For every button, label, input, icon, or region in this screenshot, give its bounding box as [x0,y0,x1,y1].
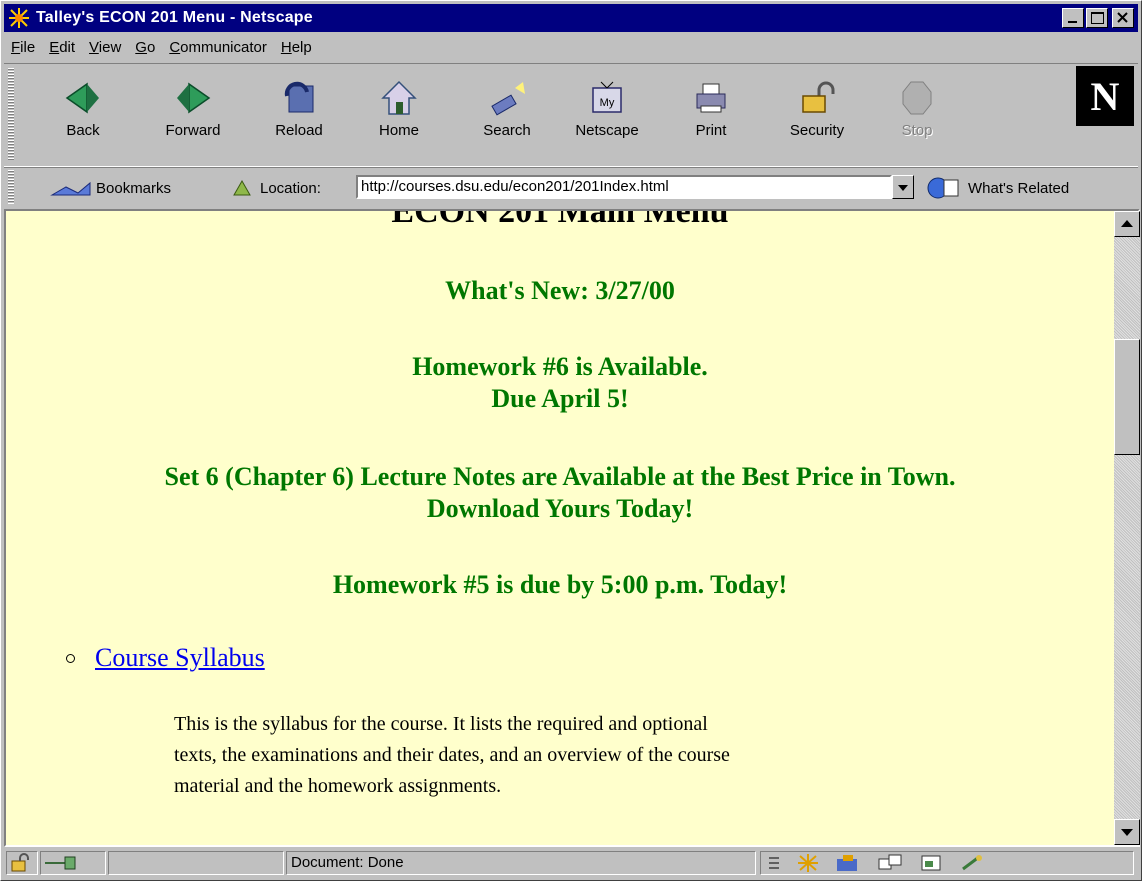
list-bullet [66,653,75,663]
location-url-field[interactable]: http://courses.dsu.edu/econ201/201Index.… [356,175,892,199]
navigator-icon[interactable] [795,853,821,873]
bookmarks-icon [50,181,91,196]
location-toolbar: Bookmarks Location: http://courses.dsu.e… [4,167,1138,208]
close-icon [1117,12,1128,23]
location-label[interactable]: Location: [230,177,321,199]
navigation-toolbar: Back Forward Reload Home Search My Netsc… [4,63,1138,167]
security-button[interactable]: Security [776,70,858,162]
page-content: ECON 201 Main Menu What's New: 3/27/00 H… [6,211,1114,845]
home-icon [381,80,417,115]
plug-icon [45,856,76,870]
maximize-button[interactable] [1086,8,1108,28]
connection-status [40,851,106,875]
progress-bar [108,851,284,875]
maximize-icon [1091,12,1104,24]
location-grip[interactable] [8,170,14,204]
syllabus-list-item: Course Syllabus [66,643,265,673]
homework6-announcement: Homework #6 is Available. Due April 5! [412,352,708,413]
browser-window: Talley's ECON 201 Menu - Netscape File E… [0,0,1142,881]
padlock-open-icon [802,81,835,113]
scrollbar-thumb[interactable] [1114,339,1140,455]
syllabus-description: This is the syllabus for the course. It … [174,713,730,797]
chevron-down-icon [898,185,908,191]
composer-icon[interactable] [919,853,945,873]
netscape-logo[interactable]: N [1076,66,1134,126]
back-arrow-icon [65,82,99,114]
padlock-open-icon [11,853,29,872]
location-dropdown-button[interactable] [892,175,914,199]
forward-arrow-icon [177,82,211,114]
printer-icon [696,83,726,113]
back-button[interactable]: Back [42,70,124,162]
status-text: Document: Done [286,851,756,875]
netscape-n-icon: N [1090,73,1120,119]
forward-button[interactable]: Forward [152,70,234,162]
search-flashlight-icon [491,82,525,116]
menu-bar: File Edit View Go Communicator Help [4,34,1138,60]
discussions-icon[interactable] [877,853,905,873]
mail-icon[interactable] [835,853,863,873]
minimize-button[interactable] [1062,8,1084,28]
homework5-announcement: Homework #5 is due by 5:00 p.m. Today! [332,570,788,599]
menu-communicator[interactable]: Communicator [162,39,274,56]
vertical-scrollbar[interactable] [1114,211,1140,845]
status-bar: Document: Done [4,849,1138,879]
instant-messenger-icon[interactable] [959,853,987,873]
arrow-down-icon [1121,829,1133,836]
toolbar-grip[interactable] [8,68,14,160]
menu-edit[interactable]: Edit [42,39,82,56]
page-proxy-icon [233,179,251,196]
page-viewport: ECON 201 Main Menu What's New: 3/27/00 H… [4,209,1140,847]
lecture-notes-announcement: Set 6 (Chapter 6) Lecture Notes are Avai… [164,462,956,523]
stop-icon [902,81,932,115]
whats-related-button[interactable]: What's Related [926,176,1069,200]
bookmarks-button[interactable]: Bookmarks [48,177,171,199]
lines-icon [769,857,779,869]
home-button[interactable]: Home [358,70,440,162]
menu-help[interactable]: Help [274,39,319,56]
netscape-button[interactable]: My Netscape [566,70,648,162]
page-heading: ECON 201 Main Menu [391,211,729,230]
whats-new-heading: What's New: 3/27/00 [445,276,675,305]
title-bar[interactable]: Talley's ECON 201 Menu - Netscape [4,4,1138,32]
stop-button[interactable]: Stop [876,70,958,162]
netscape-app-icon [9,8,29,28]
course-syllabus-link[interactable]: Course Syllabus [95,643,265,673]
menu-view[interactable]: View [82,39,128,56]
close-button[interactable] [1112,8,1134,28]
window-title: Talley's ECON 201 Menu - Netscape [36,9,313,26]
whats-related-icon [927,177,959,199]
arrow-up-icon [1121,220,1133,227]
scroll-down-button[interactable] [1114,819,1140,845]
search-button[interactable]: Search [466,70,548,162]
security-status[interactable] [6,851,38,875]
reload-icon [284,81,314,113]
minimize-icon [1068,21,1077,23]
my-netscape-icon: My [592,81,622,113]
svg-text:My: My [600,97,615,109]
scroll-up-button[interactable] [1114,211,1140,237]
menu-go[interactable]: Go [128,39,162,56]
menu-file[interactable]: File [4,39,42,56]
reload-button[interactable]: Reload [258,70,340,162]
component-bar [760,851,1134,875]
print-button[interactable]: Print [670,70,752,162]
